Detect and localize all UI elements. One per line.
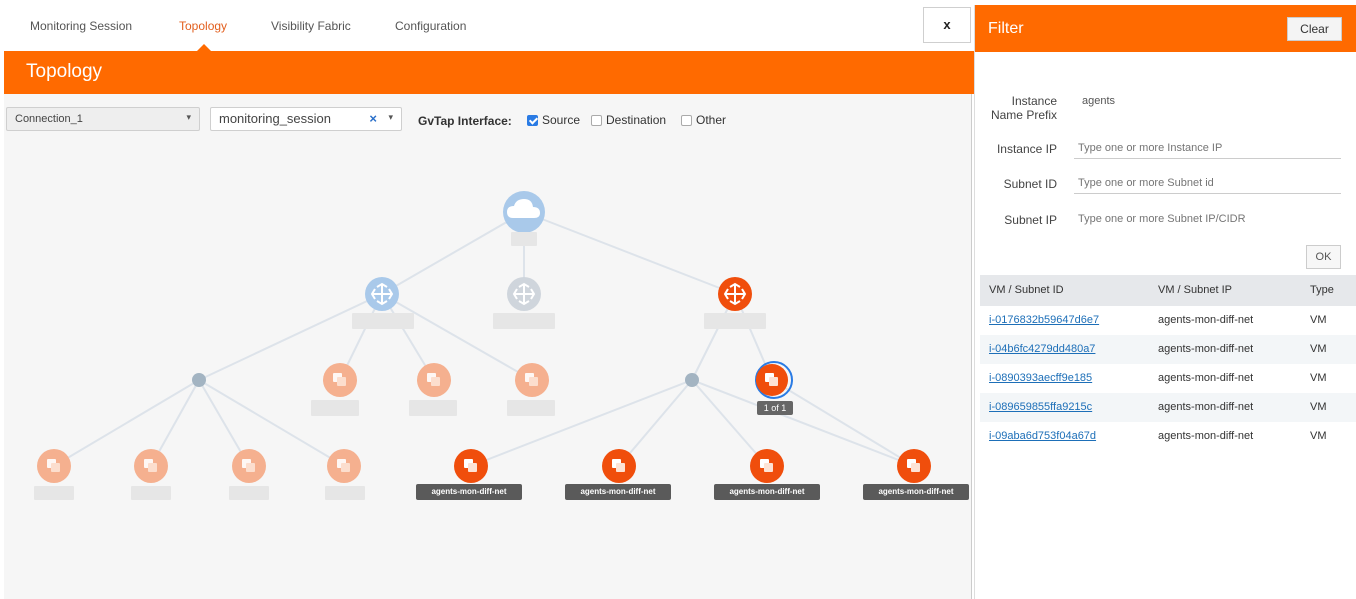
cloud-label-placeholder [511, 232, 537, 246]
vm-label-placeholder [507, 400, 555, 416]
vm-node-label: agents-mon-diff-net [863, 484, 969, 500]
vm-nodes-active[interactable] [454, 449, 931, 483]
vm-type-cell: VM [1310, 430, 1327, 442]
vm-ip-cell: agents-mon-diff-net [1158, 372, 1254, 384]
vm-node-selected[interactable] [755, 361, 793, 399]
hub-node-right[interactable] [685, 373, 699, 387]
router-label-placeholder [352, 313, 414, 329]
router-node-active[interactable] [718, 277, 752, 311]
vm-ip-cell: agents-mon-diff-net [1158, 314, 1254, 326]
checkbox-checked-icon [527, 114, 538, 126]
connection-select[interactable]: Connection_1 ▾ [6, 107, 200, 131]
tab-visibility-fabric[interactable]: Visibility Fabric [271, 19, 351, 33]
vm-id-link[interactable]: i-09aba6d753f04a67d [989, 430, 1096, 442]
chevron-down-icon: ▾ [186, 112, 191, 122]
table-row[interactable]: i-089659855ffa9215c agents-mon-diff-net … [980, 393, 1356, 422]
clear-button[interactable]: Clear [1287, 17, 1342, 41]
filter-title: Filter [988, 20, 1024, 37]
subnet-id-label: Subnet ID [1003, 177, 1057, 191]
topology-canvas[interactable]: 1 of 1 agents-mon-diff-net agents-mon-di… [4, 94, 972, 599]
instance-prefix-value[interactable]: agents [1082, 95, 1115, 107]
instance-prefix-label-line1: Instance [1011, 94, 1057, 108]
destination-checkbox[interactable]: Destination [591, 113, 666, 127]
checkbox-empty-icon [591, 114, 602, 126]
checkbox-empty-icon [681, 114, 692, 126]
table-row[interactable]: i-0176832b59647d6e7 agents-mon-diff-net … [980, 306, 1356, 335]
vm-node-label: agents-mon-diff-net [565, 484, 671, 500]
destination-checkbox-label: Destination [606, 113, 667, 127]
table-row[interactable]: i-04b6fc4279dd480a7 agents-mon-diff-net … [980, 335, 1356, 364]
close-button[interactable]: x [923, 7, 971, 43]
vm-type-cell: VM [1310, 372, 1327, 384]
vm-ip-cell: agents-mon-diff-net [1158, 401, 1254, 413]
tab-topology[interactable]: Topology [179, 19, 227, 33]
vm-label-placeholder [131, 486, 171, 500]
selection-count-badge: 1 of 1 [757, 401, 793, 415]
vm-ip-cell: agents-mon-diff-net [1158, 343, 1254, 355]
other-checkbox[interactable]: Other [681, 113, 726, 127]
vm-label-placeholder [325, 486, 365, 500]
cloud-node[interactable] [503, 191, 545, 233]
column-header-type[interactable]: Type [1310, 284, 1334, 296]
vm-type-cell: VM [1310, 401, 1327, 413]
subnet-ip-input[interactable] [1074, 208, 1341, 230]
vm-label-placeholder [311, 400, 359, 416]
subnet-ip-label: Subnet IP [1004, 213, 1057, 227]
clear-selection-icon[interactable]: × [369, 111, 377, 126]
page-title: Topology [26, 61, 103, 82]
other-checkbox-label: Other [696, 113, 727, 127]
instance-ip-input[interactable] [1074, 137, 1341, 159]
vm-type-cell: VM [1310, 343, 1327, 355]
table-row[interactable]: i-09aba6d753f04a67d agents-mon-diff-net … [980, 422, 1356, 451]
filter-panel: Filter Clear Instance Name Prefix agents… [974, 5, 1356, 599]
router-node-blue[interactable] [365, 277, 399, 311]
router-label-placeholder [704, 313, 766, 329]
vm-id-link[interactable]: i-04b6fc4279dd480a7 [989, 343, 1095, 355]
vm-label-placeholder [409, 400, 457, 416]
results-table-header: VM / Subnet ID VM / Subnet IP Type [980, 275, 1356, 306]
instance-prefix-label-line2: Name Prefix [990, 108, 1057, 122]
source-checkbox[interactable]: Source [527, 113, 580, 127]
chevron-down-icon: ▾ [388, 112, 393, 122]
table-row[interactable]: i-0890393aecff9e185 agents-mon-diff-net … [980, 364, 1356, 393]
vm-label-placeholder [229, 486, 269, 500]
vm-type-cell: VM [1310, 314, 1327, 326]
gvtap-interface-label: GvTap Interface: [418, 114, 512, 128]
router-label-placeholder [493, 313, 555, 329]
session-select[interactable]: monitoring_session × ▾ [210, 107, 402, 131]
hub-node-left[interactable] [192, 373, 206, 387]
session-select-value: monitoring_session [219, 111, 332, 126]
column-header-id[interactable]: VM / Subnet ID [989, 284, 1064, 296]
tab-monitoring-session[interactable]: Monitoring Session [30, 19, 132, 33]
source-checkbox-label: Source [542, 113, 581, 127]
app-root: Monitoring Session Topology Visibility F… [0, 0, 1356, 599]
ok-button[interactable]: OK [1306, 245, 1341, 269]
vm-id-link[interactable]: i-089659855ffa9215c [989, 401, 1092, 413]
instance-ip-label: Instance IP [996, 142, 1057, 156]
vm-id-link[interactable]: i-0176832b59647d6e7 [989, 314, 1099, 326]
vm-node-label: agents-mon-diff-net [714, 484, 820, 500]
page-banner: Topology [4, 51, 974, 94]
connection-select-value: Connection_1 [15, 113, 83, 125]
vm-node-label: agents-mon-diff-net [416, 484, 522, 500]
filter-header: Filter Clear [975, 5, 1356, 52]
subnet-id-input[interactable] [1074, 172, 1341, 194]
instance-prefix-label: Instance Name Prefix [978, 94, 1057, 122]
tab-configuration[interactable]: Configuration [395, 19, 466, 33]
router-node-gray[interactable] [507, 277, 541, 311]
vm-id-link[interactable]: i-0890393aecff9e185 [989, 372, 1092, 384]
topology-graph [37, 191, 931, 483]
column-header-ip[interactable]: VM / Subnet IP [1158, 284, 1232, 296]
vm-ip-cell: agents-mon-diff-net [1158, 430, 1254, 442]
top-nav: Monitoring Session Topology Visibility F… [0, 0, 975, 53]
vm-label-placeholder [34, 486, 74, 500]
